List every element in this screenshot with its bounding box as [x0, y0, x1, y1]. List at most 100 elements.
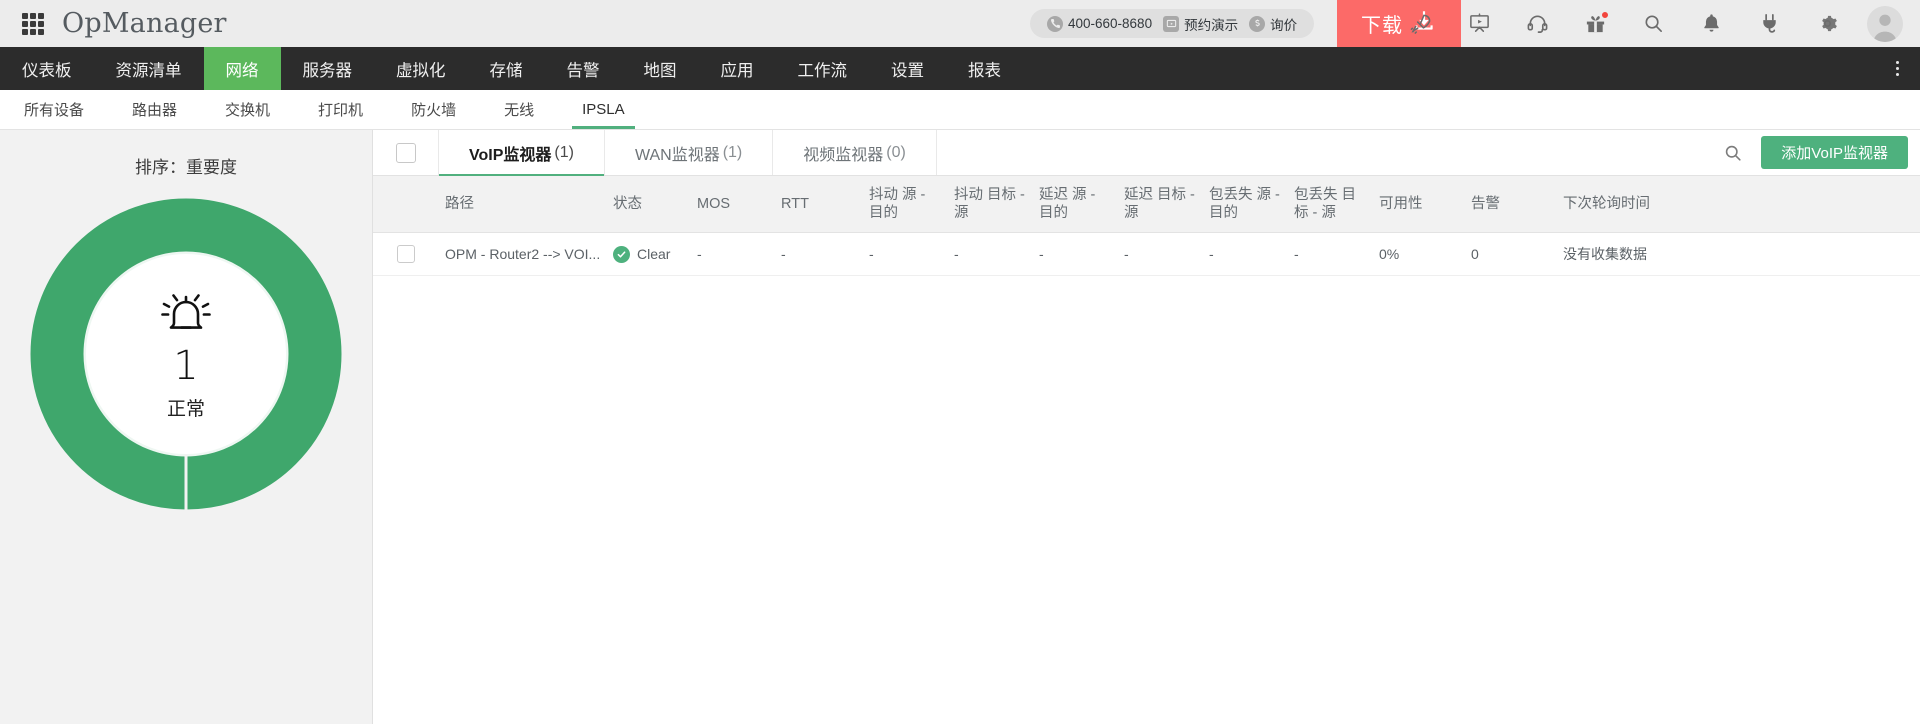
avatar [1867, 5, 1903, 42]
phone-number: 400-660-8680 [1068, 16, 1153, 31]
cell-loss-dst-src: - [1288, 232, 1373, 277]
search-icon[interactable] [1705, 130, 1761, 175]
nav-item-alarms[interactable]: 告警 [545, 47, 622, 90]
plug-icon[interactable] [1740, 0, 1798, 47]
nav-item-workflow[interactable]: 工作流 [776, 47, 870, 90]
nav-item-servers[interactable]: 服务器 [281, 47, 375, 90]
tab-wan-count: (1) [722, 143, 743, 161]
presentation-icon[interactable] [1450, 0, 1508, 47]
col-latency-src-dst[interactable]: 延迟 源 - 目的 [1033, 176, 1118, 234]
subnav-item-all-devices[interactable]: 所有设备 [0, 90, 108, 129]
subnav-item-firewalls[interactable]: 防火墙 [387, 90, 480, 129]
book-demo[interactable]: 预约演示 [1160, 14, 1241, 34]
col-alarms[interactable]: 告警 [1465, 176, 1557, 234]
col-loss-src-dst[interactable]: 包丢失 源 - 目的 [1203, 176, 1288, 234]
tab-video-monitors[interactable]: 视频监视器 (0) [773, 130, 937, 175]
phone-icon [1047, 15, 1063, 32]
subnav-item-switches[interactable]: 交换机 [201, 90, 294, 129]
subnav-item-printers[interactable]: 打印机 [294, 90, 387, 129]
alarm-donut-chart[interactable]: 1 正常 [30, 198, 342, 510]
nav-item-dashboard[interactable]: 仪表板 [0, 47, 94, 90]
col-checkbox [373, 176, 439, 234]
col-mos[interactable]: MOS [691, 176, 775, 234]
monitor-tabbar: VoIP监视器 (1) WAN监视器 (1) 视频监视器 (0) 添加VoIP监… [373, 130, 1920, 176]
cell-rtt: - [775, 232, 863, 277]
table-header-row: 路径 状态 MOS RTT 抖动 源 - 目的 抖动 目标 - 源 延迟 源 -… [373, 176, 1920, 234]
rocket-icon[interactable] [1392, 0, 1450, 47]
cell-availability: 0% [1373, 232, 1465, 277]
select-all-cell [373, 130, 439, 175]
col-loss-dst-src[interactable]: 包丢失 目标 - 源 [1288, 176, 1373, 234]
sort-label: 排序：重要度 [135, 158, 237, 177]
nav-item-network[interactable]: 网络 [203, 47, 281, 90]
col-jitter-dst-src[interactable]: 抖动 目标 - 源 [948, 176, 1033, 234]
tab-video-count: (0) [886, 143, 906, 161]
cell-alarms: 0 [1465, 232, 1557, 277]
nav-item-apps[interactable]: 应用 [699, 47, 776, 90]
pricing-label: 询价 [1270, 17, 1298, 33]
ipsla-monitors-table: 路径 状态 MOS RTT 抖动 源 - 目的 抖动 目标 - 源 延迟 源 -… [373, 176, 1920, 277]
app-title: OpManager [62, 8, 227, 39]
nav-item-reports[interactable]: 报表 [946, 47, 1023, 90]
nav-item-inventory[interactable]: 资源清单 [94, 47, 204, 90]
cell-loss-src-dst: - [1203, 232, 1288, 277]
pricing-inquiry[interactable]: 询价 [1246, 14, 1300, 34]
cell-next-poll: 没有收集数据 [1557, 232, 1920, 277]
headset-icon[interactable] [1508, 0, 1566, 47]
video-demo-icon [1163, 15, 1180, 32]
subnav-item-wireless[interactable]: 无线 [480, 90, 558, 129]
tabbar-spacer [937, 130, 1705, 175]
nav-item-maps[interactable]: 地图 [622, 47, 699, 90]
col-jitter-src-dst[interactable]: 抖动 源 - 目的 [863, 176, 948, 234]
cell-mos: - [691, 232, 775, 277]
main-content: VoIP监视器 (1) WAN监视器 (1) 视频监视器 (0) 添加VoIP监… [373, 130, 1920, 724]
select-all-checkbox[interactable] [395, 142, 416, 163]
status-ok-icon [613, 245, 630, 263]
cell-jitter-src-dst: - [863, 232, 948, 277]
col-next-poll[interactable]: 下次轮询时间 [1557, 176, 1920, 234]
gift-icon[interactable] [1566, 0, 1624, 47]
row-checkbox-cell [373, 232, 439, 277]
subnav-item-routers[interactable]: 路由器 [108, 90, 201, 129]
add-voip-monitor-button[interactable]: 添加VoIP监视器 [1761, 136, 1908, 169]
nav-item-settings[interactable]: 设置 [869, 47, 946, 90]
tab-voip-label: VoIP监视器 [469, 146, 552, 164]
row-checkbox[interactable] [397, 245, 415, 264]
kebab-menu-icon[interactable] [1882, 47, 1912, 90]
tab-voip-count: (1) [554, 143, 574, 161]
dollar-icon [1249, 15, 1266, 32]
promo-pill: 400-660-8680 预约演示 询价 [1030, 9, 1315, 38]
tab-video-label: 视频监视器 [803, 146, 884, 164]
book-demo-label: 预约演示 [1184, 17, 1239, 33]
tab-wan-monitors[interactable]: WAN监视器 (1) [605, 130, 774, 175]
cell-latency-src-dst: - [1033, 232, 1118, 277]
subnav-item-ipsla[interactable]: IPSLA [558, 90, 649, 129]
sub-navigation: 所有设备 路由器 交换机 打印机 防火墙 无线 IPSLA [0, 90, 1920, 130]
col-path[interactable]: 路径 [439, 176, 607, 234]
cell-jitter-dst-src: - [948, 232, 1033, 277]
search-icon[interactable] [1624, 0, 1682, 47]
table-header: 路径 状态 MOS RTT 抖动 源 - 目的 抖动 目标 - 源 延迟 源 -… [373, 176, 1920, 234]
header-icon-bar [1392, 0, 1920, 47]
tab-voip-monitors[interactable]: VoIP监视器 (1) [439, 130, 605, 176]
col-availability[interactable]: 可用性 [1373, 176, 1465, 234]
path-text[interactable]: OPM - Router2 --> VOI... [445, 246, 601, 262]
nav-item-storage[interactable]: 存储 [468, 47, 545, 90]
col-rtt[interactable]: RTT [775, 176, 863, 234]
col-latency-dst-src[interactable]: 延迟 目标 - 源 [1118, 176, 1203, 234]
phone-contact[interactable]: 400-660-8680 [1044, 15, 1155, 32]
main-navigation: 仪表板 资源清单 网络 服务器 虚拟化 存储 告警 地图 应用 工作流 设置 报… [0, 47, 1920, 90]
gear-icon[interactable] [1798, 0, 1856, 47]
apps-grid-icon[interactable] [22, 12, 44, 35]
bell-icon[interactable] [1682, 0, 1740, 47]
user-avatar-icon[interactable] [1856, 0, 1914, 47]
gift-badge [1601, 11, 1609, 19]
sidebar: 排序：重要度 1 正常 [0, 130, 373, 724]
table-row[interactable]: OPM - Router2 --> VOI... Clear - - - - -… [373, 232, 1920, 277]
cell-path: OPM - Router2 --> VOI... [439, 232, 607, 277]
top-header: OpManager 400-660-8680 预约演示 询价 下载 [0, 0, 1920, 47]
col-state[interactable]: 状态 [607, 176, 691, 234]
nav-item-virtualization[interactable]: 虚拟化 [374, 47, 468, 90]
tab-wan-label: WAN监视器 [634, 146, 720, 164]
cell-state: Clear [607, 232, 691, 277]
